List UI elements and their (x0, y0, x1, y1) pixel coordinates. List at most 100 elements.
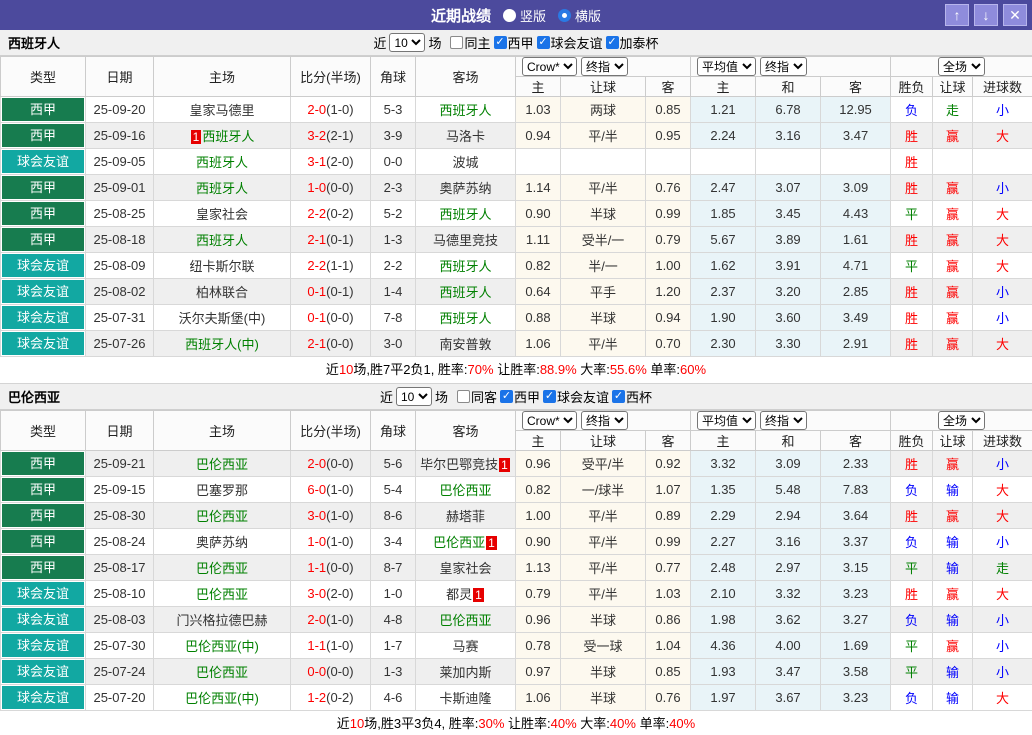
home-team[interactable]: 1西班牙人 (154, 123, 291, 149)
layout-horizontal-radio[interactable]: 横版 (558, 6, 601, 25)
filter-checkbox-同主[interactable]: 同主 (450, 33, 490, 52)
move-down-button[interactable]: ↓ (974, 4, 998, 26)
away-team[interactable]: 马德里竞技 (416, 227, 516, 253)
away-team-label[interactable]: 毕尔巴鄂竞技 (420, 457, 498, 472)
home-team-label[interactable]: 皇家马德里 (189, 103, 254, 118)
home-team[interactable]: 巴伦西亚(中) (154, 633, 291, 659)
checkbox-checked-icon[interactable]: ✓ (537, 36, 550, 49)
home-team-label[interactable]: 巴伦西亚 (196, 457, 248, 472)
away-team-label[interactable]: 都灵 (446, 587, 472, 602)
recent-count-select[interactable]: 10 (396, 387, 432, 406)
away-team[interactable]: 皇家社会 (416, 555, 516, 581)
away-team[interactable]: 赫塔菲 (416, 503, 516, 529)
home-team-label[interactable]: 皇家社会 (196, 207, 248, 222)
away-team-label[interactable]: 马赛 (452, 639, 478, 654)
away-team-label[interactable]: 奥萨苏纳 (439, 181, 491, 196)
home-team-label[interactable]: 西班牙人 (196, 233, 248, 248)
filter-checkbox-西甲[interactable]: ✓西甲 (494, 33, 534, 52)
away-team-label[interactable]: 巴伦西亚 (439, 613, 491, 628)
home-team[interactable]: 门兴格拉德巴赫 (154, 607, 291, 633)
away-team[interactable]: 马赛 (416, 633, 516, 659)
move-up-button[interactable]: ↑ (945, 4, 969, 26)
home-team-label[interactable]: 纽卡斯尔联 (189, 259, 254, 274)
away-team-label[interactable]: 波城 (452, 155, 478, 170)
home-team-label[interactable]: 巴伦西亚 (196, 561, 248, 576)
home-team-label[interactable]: 西班牙人 (202, 129, 254, 144)
home-team-label[interactable]: 柏林联合 (196, 285, 248, 300)
away-team-label[interactable]: 西班牙人 (439, 207, 491, 222)
away-team-label[interactable]: 西班牙人 (439, 103, 491, 118)
away-team-label[interactable]: 西班牙人 (439, 311, 491, 326)
odds-company-select[interactable]: Crow* (522, 57, 577, 76)
away-team-label[interactable]: 西班牙人 (439, 259, 491, 274)
away-team[interactable]: 南安普敦 (416, 331, 516, 357)
home-team[interactable]: 纽卡斯尔联 (154, 253, 291, 279)
filter-checkbox-球会友谊[interactable]: ✓球会友谊 (543, 387, 609, 406)
checkbox-unchecked-icon[interactable] (450, 36, 463, 49)
away-team-label[interactable]: 巴伦西亚 (439, 483, 491, 498)
filter-checkbox-西杯[interactable]: ✓西杯 (612, 387, 652, 406)
away-team[interactable]: 巴伦西亚 (416, 477, 516, 503)
away-team[interactable]: 奥萨苏纳 (416, 175, 516, 201)
away-team[interactable]: 西班牙人 (416, 305, 516, 331)
away-team[interactable]: 卡斯迪隆 (416, 685, 516, 711)
home-team[interactable]: 巴伦西亚(中) (154, 685, 291, 711)
filter-checkbox-球会友谊[interactable]: ✓球会友谊 (537, 33, 603, 52)
home-team[interactable]: 西班牙人 (154, 175, 291, 201)
home-team[interactable]: 柏林联合 (154, 279, 291, 305)
match-scope-select[interactable]: 全场 (938, 411, 985, 430)
odds-stage-select[interactable]: 终指 (581, 411, 628, 430)
avg-odds-select[interactable]: 平均值 (697, 411, 756, 430)
home-team[interactable]: 巴伦西亚 (154, 659, 291, 685)
filter-checkbox-加泰杯[interactable]: ✓加泰杯 (606, 33, 659, 52)
home-team[interactable]: 巴伦西亚 (154, 451, 291, 477)
home-team-label[interactable]: 沃尔夫斯堡(中) (179, 311, 266, 326)
away-team-label[interactable]: 赫塔菲 (446, 509, 485, 524)
away-team-label[interactable]: 莱加内斯 (439, 665, 491, 680)
away-team[interactable]: 毕尔巴鄂竞技1 (416, 451, 516, 477)
home-team-label[interactable]: 门兴格拉德巴赫 (176, 613, 267, 628)
home-team[interactable]: 皇家马德里 (154, 97, 291, 123)
home-team[interactable]: 巴塞罗那 (154, 477, 291, 503)
home-team-label[interactable]: 西班牙人 (196, 181, 248, 196)
home-team[interactable]: 西班牙人(中) (154, 331, 291, 357)
home-team-label[interactable]: 巴塞罗那 (196, 483, 248, 498)
home-team-label[interactable]: 巴伦西亚(中) (185, 691, 259, 706)
home-team[interactable]: 奥萨苏纳 (154, 529, 291, 555)
checkbox-unchecked-icon[interactable] (457, 390, 470, 403)
away-team-label[interactable]: 巴伦西亚 (433, 535, 485, 550)
away-team-label[interactable]: 马德里竞技 (433, 233, 498, 248)
away-team-label[interactable]: 西班牙人 (439, 285, 491, 300)
away-team-label[interactable]: 马洛卡 (446, 129, 485, 144)
home-team[interactable]: 沃尔夫斯堡(中) (154, 305, 291, 331)
home-team-label[interactable]: 巴伦西亚 (196, 587, 248, 602)
home-team-label[interactable]: 奥萨苏纳 (196, 535, 248, 550)
away-team[interactable]: 马洛卡 (416, 123, 516, 149)
odds-company-select[interactable]: Crow* (522, 411, 577, 430)
away-team[interactable]: 巴伦西亚 (416, 607, 516, 633)
checkbox-checked-icon[interactable]: ✓ (606, 36, 619, 49)
home-team-label[interactable]: 西班牙人 (196, 155, 248, 170)
match-scope-select[interactable]: 全场 (938, 57, 985, 76)
away-team[interactable]: 巴伦西亚1 (416, 529, 516, 555)
away-team[interactable]: 都灵1 (416, 581, 516, 607)
away-team[interactable]: 西班牙人 (416, 253, 516, 279)
checkbox-checked-icon[interactable]: ✓ (612, 390, 625, 403)
home-team[interactable]: 巴伦西亚 (154, 555, 291, 581)
radio-unselected-icon[interactable] (503, 9, 516, 22)
home-team[interactable]: 西班牙人 (154, 149, 291, 175)
home-team-label[interactable]: 巴伦西亚(中) (185, 639, 259, 654)
filter-checkbox-西甲[interactable]: ✓西甲 (500, 387, 540, 406)
away-team[interactable]: 西班牙人 (416, 279, 516, 305)
away-team-label[interactable]: 皇家社会 (439, 561, 491, 576)
avg-stage-select[interactable]: 终指 (760, 57, 807, 76)
checkbox-checked-icon[interactable]: ✓ (500, 390, 513, 403)
home-team[interactable]: 西班牙人 (154, 227, 291, 253)
avg-odds-select[interactable]: 平均值 (697, 57, 756, 76)
checkbox-checked-icon[interactable]: ✓ (494, 36, 507, 49)
home-team-label[interactable]: 巴伦西亚 (196, 509, 248, 524)
away-team[interactable]: 莱加内斯 (416, 659, 516, 685)
odds-stage-select[interactable]: 终指 (581, 57, 628, 76)
recent-count-select[interactable]: 10 (389, 33, 425, 52)
away-team[interactable]: 西班牙人 (416, 97, 516, 123)
